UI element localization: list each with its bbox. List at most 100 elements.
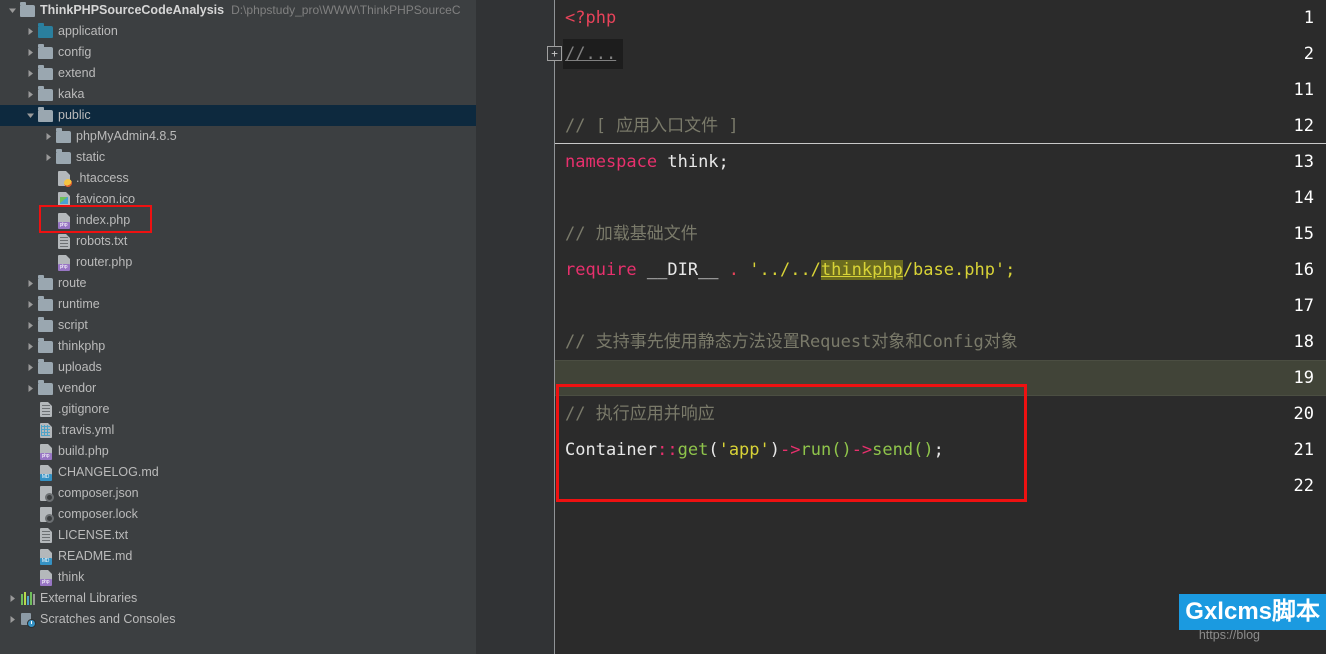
- line-content: namespace think;: [565, 144, 729, 180]
- code-line-11[interactable]: 11: [555, 72, 1326, 108]
- chevron-right-icon[interactable]: [24, 84, 37, 105]
- folder-icon: [19, 2, 36, 19]
- tree-item-runtime[interactable]: runtime: [0, 294, 476, 315]
- chevron-right-icon[interactable]: [24, 63, 37, 84]
- code-text-area[interactable]: 1 <?php 2 //... 11 12 // [ 应用入口文件 ] 13 namespace…: [555, 0, 1326, 654]
- php-file-icon: php: [37, 569, 54, 586]
- code-editor[interactable]: 1 <?php 2 //... 11 12 // [ 应用入口文件 ] 13 namespace…: [476, 0, 1326, 654]
- tree-item-license-txt[interactable]: LICENSE.txt: [0, 525, 476, 546]
- tree-item-label: composer.lock: [58, 507, 138, 521]
- code-line-17[interactable]: 17: [555, 288, 1326, 324]
- chevron-down-icon[interactable]: [24, 105, 37, 126]
- project-tree-panel[interactable]: ThinkPHPSourceCodeAnalysis D:\phpstudy_pr…: [0, 0, 476, 654]
- tree-item-public[interactable]: public: [0, 105, 476, 126]
- tree-item-composer-lock[interactable]: composer.lock: [0, 504, 476, 525]
- tree-item-travis-yml[interactable]: .travis.yml: [0, 420, 476, 441]
- chevron-right-icon[interactable]: [24, 273, 37, 294]
- code-line-16[interactable]: 16 require __DIR__ . '../../thinkphp/base…: [555, 252, 1326, 288]
- tree-item-route[interactable]: route: [0, 273, 476, 294]
- code-line-22[interactable]: 22: [555, 468, 1326, 504]
- line-number: 19: [1293, 368, 1314, 388]
- token-require-keyword: require: [565, 260, 637, 280]
- tree-item-label: ThinkPHPSourceCodeAnalysis: [40, 3, 225, 17]
- code-line-20[interactable]: 20 // 执行应用并响应: [555, 396, 1326, 432]
- folder-icon: [37, 359, 54, 376]
- line-content: <?php: [565, 0, 616, 36]
- chevron-right-icon[interactable]: [24, 294, 37, 315]
- tree-item-thinkphpsourcecodeanalysis[interactable]: ThinkPHPSourceCodeAnalysis D:\phpstudy_pr…: [0, 0, 476, 21]
- watermark-url: https://blog: [1198, 628, 1260, 642]
- project-tree-rows: ThinkPHPSourceCodeAnalysis D:\phpstudy_pr…: [0, 0, 476, 630]
- tree-item-config[interactable]: config: [0, 42, 476, 63]
- token-run-method: run(): [800, 440, 852, 460]
- tree-item-composer-json[interactable]: composer.json: [0, 483, 476, 504]
- folder-icon: [37, 317, 54, 334]
- chevron-right-icon[interactable]: [24, 357, 37, 378]
- chevron-right-icon[interactable]: [42, 126, 55, 147]
- line-content: // [ 应用入口文件 ]: [565, 108, 739, 144]
- line-number: 21: [1293, 440, 1314, 460]
- code-line-15[interactable]: 15 // 加载基础文件: [555, 216, 1326, 252]
- line-content: // 执行应用并响应: [565, 396, 715, 432]
- tree-item-gitignore[interactable]: .gitignore: [0, 399, 476, 420]
- chevron-right-icon[interactable]: [24, 378, 37, 399]
- tree-item-phpmyadmin4-8-5[interactable]: phpMyAdmin4.8.5: [0, 126, 476, 147]
- code-line-13[interactable]: 13 namespace think;: [555, 144, 1326, 180]
- code-line-18[interactable]: 18 // 支持事先使用静态方法设置Request对象和Config对象: [555, 324, 1326, 360]
- chevron-right-icon[interactable]: [24, 42, 37, 63]
- line-content: Container::get('app')->run()->send();: [565, 432, 944, 468]
- tree-item-build-php[interactable]: php build.php: [0, 441, 476, 462]
- chevron-right-icon[interactable]: [24, 315, 37, 336]
- fold-expand-icon[interactable]: +: [547, 46, 562, 61]
- code-line-21[interactable]: 21 Container::get('app')->run()->send();: [555, 432, 1326, 468]
- folder-icon: [37, 86, 54, 103]
- code-line-19[interactable]: 19: [555, 360, 1326, 396]
- chevron-right-icon[interactable]: [6, 609, 19, 630]
- code-line-12[interactable]: 12 // [ 应用入口文件 ]: [555, 108, 1326, 144]
- tree-item-uploads[interactable]: uploads: [0, 357, 476, 378]
- tree-item-thinkphp[interactable]: thinkphp: [0, 336, 476, 357]
- tree-item-static[interactable]: static: [0, 147, 476, 168]
- chevron-down-icon[interactable]: [6, 0, 19, 21]
- tree-item-router-php[interactable]: php router.php: [0, 252, 476, 273]
- tree-item-vendor[interactable]: vendor: [0, 378, 476, 399]
- tree-item-readme-md[interactable]: MD README.md: [0, 546, 476, 567]
- tree-item-application[interactable]: application: [0, 21, 476, 42]
- code-line-14[interactable]: 14: [555, 180, 1326, 216]
- folder-icon: [37, 338, 54, 355]
- tree-item-kaka[interactable]: kaka: [0, 84, 476, 105]
- tree-item-script[interactable]: script: [0, 315, 476, 336]
- chevron-right-icon[interactable]: [24, 336, 37, 357]
- token-send-method: send(): [872, 440, 934, 460]
- tree-item-label: runtime: [58, 297, 100, 311]
- line-number: 12: [1293, 116, 1314, 136]
- chevron-right-icon[interactable]: [42, 147, 55, 168]
- tree-item-label: config: [58, 45, 92, 59]
- token-folded-comment: //...: [565, 44, 617, 64]
- tree-item-think[interactable]: php think: [0, 567, 476, 588]
- tree-item-external-libraries[interactable]: External Libraries: [0, 588, 476, 609]
- tree-item-index-php[interactable]: php index.php: [0, 210, 476, 231]
- tree-item-label: LICENSE.txt: [58, 528, 129, 542]
- tree-item-robots-txt[interactable]: robots.txt: [0, 231, 476, 252]
- chevron-right-icon[interactable]: [24, 21, 37, 42]
- line-number-gutter[interactable]: [476, 0, 554, 654]
- code-line-1[interactable]: 1 <?php: [555, 0, 1326, 36]
- tree-item-favicon-ico[interactable]: favicon.ico: [0, 189, 476, 210]
- htaccess-file-icon: [55, 170, 72, 187]
- line-number: 11: [1293, 80, 1314, 100]
- yaml-file-icon: [37, 422, 54, 439]
- tree-item-htaccess[interactable]: .htaccess: [0, 168, 476, 189]
- chevron-right-icon[interactable]: [6, 588, 19, 609]
- ide-window: ThinkPHPSourceCodeAnalysis D:\phpstudy_pr…: [0, 0, 1326, 654]
- tree-item-scratches-and-consoles[interactable]: Scratches and Consoles: [0, 609, 476, 630]
- tree-item-changelog-md[interactable]: MD CHANGELOG.md: [0, 462, 476, 483]
- code-line-2[interactable]: 2 //...: [555, 36, 1326, 72]
- tree-item-extend[interactable]: extend: [0, 63, 476, 84]
